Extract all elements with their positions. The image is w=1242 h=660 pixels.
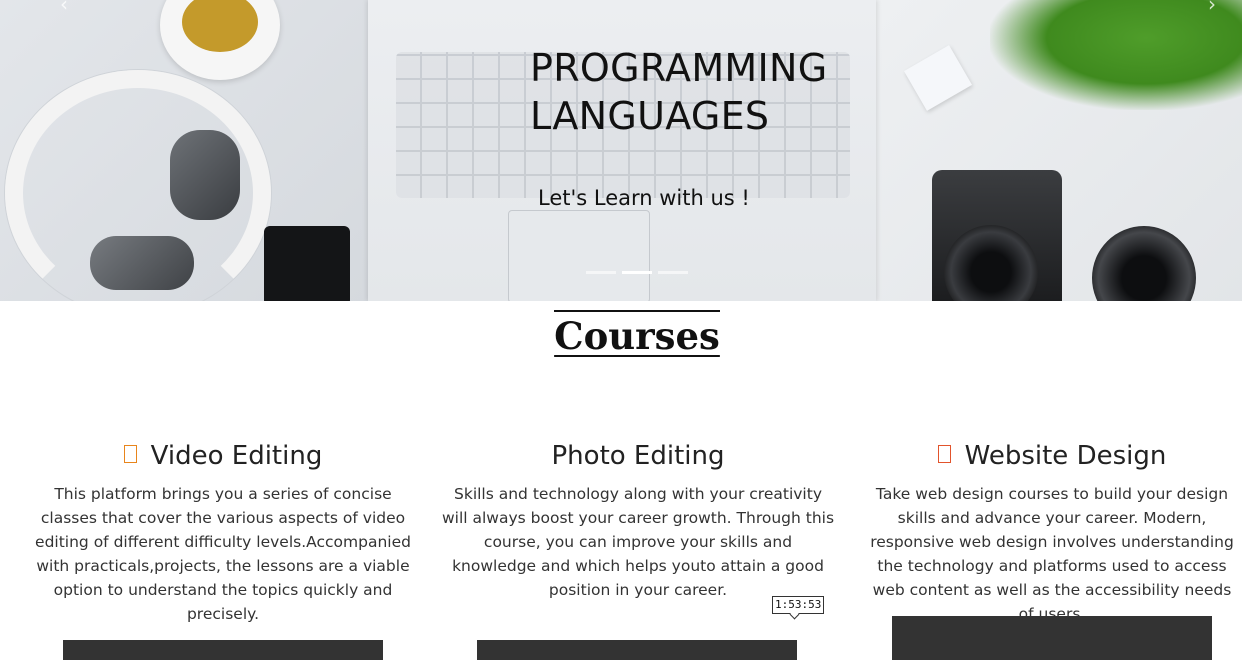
course-description: This platform brings you a series of con… bbox=[35, 485, 411, 623]
course-title: Video Editing bbox=[30, 438, 416, 474]
website-design-button[interactable] bbox=[892, 616, 1212, 660]
trackpad-image bbox=[508, 210, 650, 301]
course-card-video-editing: Video Editing This platform brings you a… bbox=[30, 438, 416, 626]
carousel-indicators bbox=[586, 271, 688, 274]
course-title: Website Design bbox=[868, 438, 1236, 474]
photo-editing-button[interactable] bbox=[477, 640, 797, 660]
carousel-indicator-3[interactable] bbox=[658, 271, 688, 274]
phone-image bbox=[264, 226, 350, 301]
courses-heading: Courses bbox=[554, 310, 720, 358]
plant-image bbox=[990, 0, 1242, 110]
course-description: Skills and technology along with your cr… bbox=[441, 485, 835, 599]
section-title: Courses bbox=[0, 310, 1242, 358]
carousel-indicator-2[interactable] bbox=[622, 271, 652, 274]
course-card-photo-editing: Photo Editing Skills and technology alon… bbox=[440, 438, 836, 602]
course-title-text: Video Editing bbox=[150, 441, 323, 471]
course-title: Photo Editing bbox=[440, 438, 836, 474]
course-description: Take web design courses to build your de… bbox=[870, 485, 1234, 623]
web-design-icon bbox=[937, 444, 951, 463]
hero-carousel: ‹ › PROGRAMMING LANGUAGES Let's Learn wi… bbox=[0, 0, 1242, 301]
timer-tooltip: 1:53:53 bbox=[772, 596, 825, 614]
course-card-website-design: Website Design Take web design courses t… bbox=[868, 438, 1236, 626]
video-icon bbox=[123, 444, 137, 463]
video-editing-button[interactable] bbox=[63, 640, 383, 660]
course-title-text: Photo Editing bbox=[551, 441, 725, 471]
course-title-text: Website Design bbox=[964, 441, 1167, 471]
carousel-indicator-1[interactable] bbox=[586, 271, 616, 274]
chevron-left-icon[interactable]: ‹ bbox=[52, 0, 76, 16]
headphones-earcup bbox=[170, 130, 240, 220]
chevron-right-icon[interactable]: › bbox=[1200, 0, 1224, 16]
hero-title: PROGRAMMING LANGUAGES bbox=[530, 46, 828, 138]
headphones-earcup bbox=[90, 236, 194, 290]
hero-subtitle: Let's Learn with us ! bbox=[538, 186, 750, 210]
